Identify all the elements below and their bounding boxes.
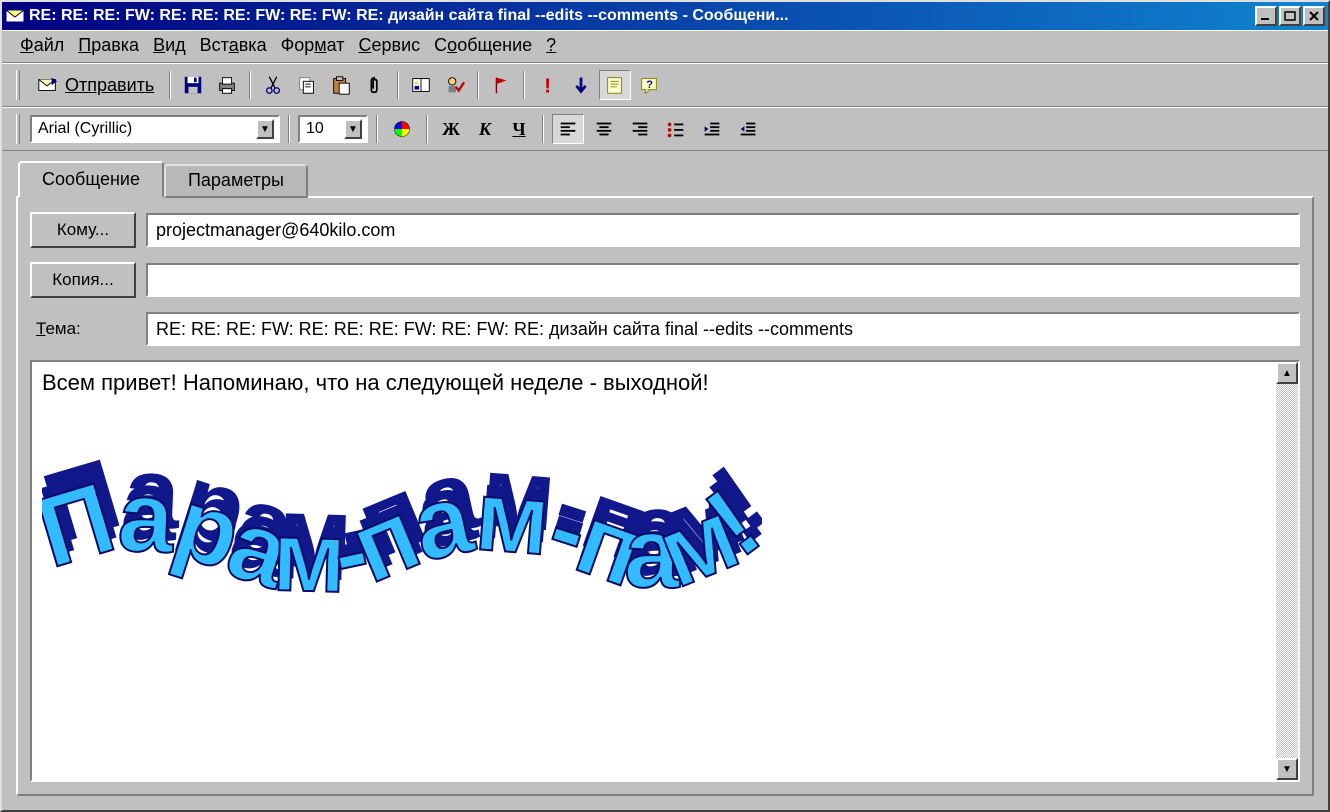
underline-button[interactable]: Ч <box>504 114 534 144</box>
mail-icon <box>5 7 25 25</box>
chevron-down-icon[interactable]: ▼ <box>344 119 362 139</box>
align-center-button[interactable] <box>588 114 620 144</box>
scroll-down-button[interactable]: ▼ <box>1276 758 1298 780</box>
menu-help[interactable]: ? <box>546 35 556 56</box>
attach-button[interactable] <box>359 70 391 100</box>
send-button[interactable]: Отправить <box>28 69 163 101</box>
font-name-value: Arial (Cyrillic) <box>38 120 132 138</box>
priority-low-button[interactable] <box>565 70 597 100</box>
font-size-value: 10 <box>306 120 324 138</box>
window-title: RE: RE: RE: FW: RE: RE: RE: FW: RE: FW: … <box>29 7 1255 25</box>
title-bar: RE: RE: RE: FW: RE: RE: RE: FW: RE: FW: … <box>2 2 1328 30</box>
align-right-button[interactable] <box>624 114 656 144</box>
save-button[interactable] <box>177 70 209 100</box>
body-scrollbar[interactable]: ▲ ▼ <box>1276 362 1298 780</box>
priority-high-button[interactable]: ! <box>531 70 563 100</box>
indent-button[interactable] <box>732 114 764 144</box>
menu-edit[interactable]: Правка <box>78 35 139 56</box>
cc-input[interactable] <box>146 263 1300 297</box>
help-button[interactable]: ? <box>633 70 665 100</box>
menu-bar: Файл Правка Вид Вставка Формат Сервис Со… <box>2 30 1328 63</box>
scroll-up-button[interactable]: ▲ <box>1276 362 1298 384</box>
options-button[interactable] <box>599 70 631 100</box>
format-grip[interactable] <box>16 114 20 144</box>
maximize-button[interactable] <box>1279 6 1301 26</box>
subject-label: Тема: <box>30 319 136 339</box>
font-color-button[interactable] <box>386 114 418 144</box>
bold-button[interactable]: Ж <box>436 114 466 144</box>
italic-button[interactable]: К <box>470 114 500 144</box>
copy-button[interactable] <box>291 70 323 100</box>
to-input[interactable]: projectmanager@640kilo.com <box>146 213 1300 247</box>
font-name-combo[interactable]: Arial (Cyrillic) ▼ <box>30 115 280 143</box>
menu-message[interactable]: Сообщение <box>434 35 532 56</box>
close-button[interactable] <box>1303 6 1325 26</box>
tab-message[interactable]: Сообщение <box>18 161 164 198</box>
svg-text:!: ! <box>545 75 552 96</box>
menu-service[interactable]: Сервис <box>359 35 421 56</box>
form-panel: Кому... projectmanager@640kilo.com Копия… <box>16 196 1314 796</box>
address-book-button[interactable] <box>405 70 437 100</box>
toolbar-grip[interactable] <box>16 70 20 100</box>
cut-button[interactable] <box>257 70 289 100</box>
menu-file[interactable]: Файл <box>20 35 64 56</box>
scroll-track[interactable] <box>1276 384 1298 758</box>
font-size-combo[interactable]: 10 ▼ <box>298 115 368 143</box>
main-toolbar: Отправить ! ? <box>2 63 1328 107</box>
flag-button[interactable] <box>485 70 517 100</box>
paste-button[interactable] <box>325 70 357 100</box>
message-body[interactable]: Всем привет! Напоминаю, что на следующей… <box>30 360 1300 782</box>
check-names-button[interactable] <box>439 70 471 100</box>
to-button[interactable]: Кому... <box>30 212 136 248</box>
body-text-line1: Всем привет! Напоминаю, что на следующей… <box>42 370 1266 396</box>
menu-format[interactable]: Формат <box>281 35 345 56</box>
bullets-button[interactable] <box>660 114 692 144</box>
outdent-button[interactable] <box>696 114 728 144</box>
menu-insert[interactable]: Вставка <box>200 35 267 56</box>
cc-button[interactable]: Копия... <box>30 262 136 298</box>
menu-view[interactable]: Вид <box>153 35 186 56</box>
svg-text:?: ? <box>647 79 654 91</box>
chevron-down-icon[interactable]: ▼ <box>256 119 274 139</box>
format-toolbar: Arial (Cyrillic) ▼ 10 ▼ Ж К Ч <box>2 107 1328 151</box>
tab-params[interactable]: Параметры <box>164 164 308 198</box>
print-button[interactable] <box>211 70 243 100</box>
align-left-button[interactable] <box>552 114 584 144</box>
tab-strip: Сообщение Параметры <box>2 151 1328 198</box>
compose-window: RE: RE: RE: FW: RE: RE: RE: FW: RE: FW: … <box>0 0 1330 812</box>
wordart-graphic: Парам-пам-пам! Парам-пам-пам! Парам-пам-… <box>42 441 1266 641</box>
subject-input[interactable]: RE: RE: RE: FW: RE: RE: RE: FW: RE: FW: … <box>146 312 1300 346</box>
minimize-button[interactable] <box>1255 6 1277 26</box>
